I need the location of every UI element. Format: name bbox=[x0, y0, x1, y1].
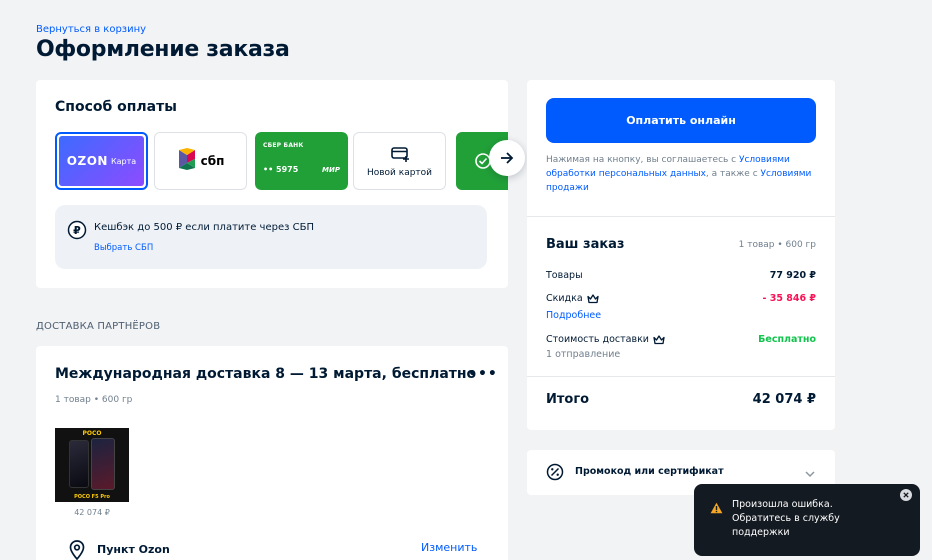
pay-online-button[interactable]: Оплатить онлайн bbox=[546, 98, 816, 143]
product-price: 42 074 ₽ bbox=[74, 508, 110, 517]
premium-crown-icon bbox=[653, 334, 665, 344]
mir-logo: МИР bbox=[322, 166, 340, 174]
svg-text:₽: ₽ bbox=[73, 224, 81, 237]
error-toast: Произошла ошибка. Обратитесь в службу по… bbox=[694, 484, 920, 556]
payment-scroll-next-button[interactable] bbox=[489, 140, 525, 176]
terms-agreement-text: Нажимая на кнопку, вы соглашаетесь с Усл… bbox=[546, 155, 812, 193]
pickup-point-label: Пункт Ozon bbox=[97, 543, 170, 556]
shipping-label: Стоимость доставки bbox=[546, 334, 665, 345]
back-to-cart-link[interactable]: Вернуться в корзину bbox=[36, 24, 146, 35]
promo-label: Промокод или сертификат bbox=[575, 466, 724, 477]
sbp-logo-icon bbox=[177, 148, 197, 174]
delivery-card: Международная доставка 8 — 13 марта, бес… bbox=[36, 346, 508, 560]
total-label: Итого bbox=[546, 392, 590, 407]
goods-value: 77 920 ₽ bbox=[769, 270, 816, 281]
chevron-down-icon bbox=[804, 465, 816, 484]
cashback-banner: ₽ Кешбэк до 500 ₽ если платите через СБП… bbox=[55, 205, 487, 269]
change-pickup-link[interactable]: Изменить bbox=[421, 541, 477, 554]
error-message: Произошла ошибка. Обратитесь в службу по… bbox=[732, 499, 840, 538]
partner-delivery-label: ДОСТАВКА ПАРТНЁРОВ bbox=[36, 321, 161, 332]
product-image-model: POCO F5 Pro bbox=[74, 494, 110, 500]
payment-option-new-card[interactable]: Новой картой bbox=[353, 132, 446, 190]
payment-method-title: Способ оплаты bbox=[55, 99, 177, 115]
cashback-text: Кешбэк до 500 ₽ если платите через СБП bbox=[94, 222, 314, 233]
shipping-value: Бесплатно bbox=[758, 334, 816, 345]
sbp-label: сбп bbox=[200, 154, 225, 168]
discount-value: - 35 846 ₽ bbox=[762, 293, 816, 304]
delivery-title: Международная доставка 8 — 13 марта, бес… bbox=[55, 366, 477, 382]
percent-icon bbox=[546, 463, 564, 485]
select-sbp-link[interactable]: Выбрать СБП bbox=[94, 243, 153, 253]
location-pin-icon bbox=[69, 540, 85, 560]
new-card-label: Новой картой bbox=[366, 168, 433, 178]
page-title: Оформление заказа bbox=[36, 37, 290, 62]
arrow-right-icon bbox=[501, 152, 514, 164]
close-toast-icon[interactable] bbox=[900, 489, 912, 501]
divider bbox=[527, 376, 835, 377]
payment-option-ozon-card[interactable]: OZON Карта bbox=[55, 132, 148, 190]
total-value: 42 074 ₽ bbox=[752, 392, 816, 407]
delivery-meta: 1 товар • 600 гр bbox=[55, 395, 133, 405]
ozon-logo: OZON bbox=[66, 154, 108, 168]
payment-option-sbp[interactable]: сбп bbox=[154, 132, 247, 190]
warning-icon bbox=[710, 499, 723, 518]
product-image[interactable]: POCO POCO F5 Pro bbox=[55, 428, 129, 502]
ruble-coin-icon: ₽ bbox=[67, 220, 87, 244]
shipment-count: 1 отправление bbox=[546, 349, 621, 360]
discount-label: Скидка bbox=[546, 293, 599, 304]
order-meta: 1 товар • 600 гр bbox=[738, 240, 816, 250]
order-summary-card: Оплатить онлайн Нажимая на кнопку, вы со… bbox=[527, 80, 835, 430]
discount-details-link[interactable]: Подробнее bbox=[546, 310, 601, 321]
premium-crown-icon bbox=[587, 293, 599, 303]
sber-bank-name: СБЕР БАНК bbox=[263, 142, 304, 149]
payment-option-sber-card[interactable]: СБЕР БАНК •• 5975 МИР bbox=[255, 132, 348, 190]
payment-method-card: Способ оплаты OZON Карта сбп СБЕР БАНК •… bbox=[36, 80, 525, 288]
phone-back-shape bbox=[69, 440, 89, 488]
sber-card-number: •• 5975 bbox=[263, 165, 299, 174]
product-image-brand: POCO bbox=[82, 430, 102, 437]
phone-front-shape bbox=[91, 438, 115, 490]
divider bbox=[527, 216, 835, 217]
add-card-icon bbox=[391, 146, 411, 167]
ozon-card-label: Карта bbox=[110, 156, 137, 166]
more-options-icon[interactable]: ••• bbox=[468, 366, 498, 382]
order-title: Ваш заказ bbox=[546, 237, 625, 252]
goods-label: Товары bbox=[546, 270, 583, 281]
